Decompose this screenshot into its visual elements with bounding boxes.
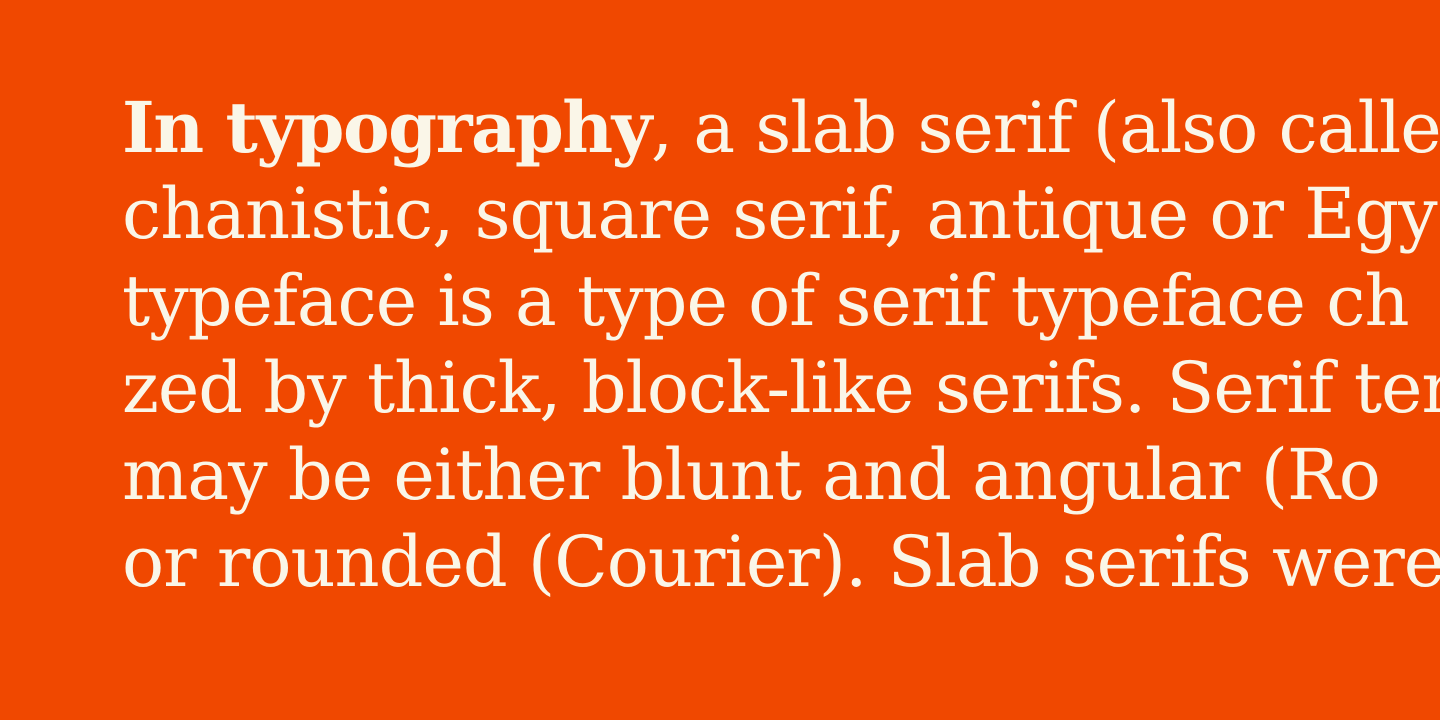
specimen-line-3: typeface is a type of serif typeface ch [122, 260, 1410, 342]
specimen-line-4: zed by thick, block-like serifs. Serif t… [122, 347, 1440, 429]
font-specimen-page: { "specimen": { "lead_bold": "In typogra… [0, 0, 1440, 720]
specimen-line-6: or rounded (Courier). Slab serifs were [122, 521, 1440, 603]
specimen-bold-lead: In typography [122, 86, 652, 169]
specimen-line-1: In typography, a slab serif (also calle [122, 84, 1440, 171]
specimen-line-5: may be either blunt and angular (Ro [122, 434, 1381, 516]
specimen-text-block: In typography, a slab serif (also calle … [122, 84, 1440, 606]
specimen-line-1-rest: , a slab serif (also calle [650, 87, 1440, 169]
specimen-line-2: chanistic, square serif, antique or Egy [122, 173, 1438, 255]
